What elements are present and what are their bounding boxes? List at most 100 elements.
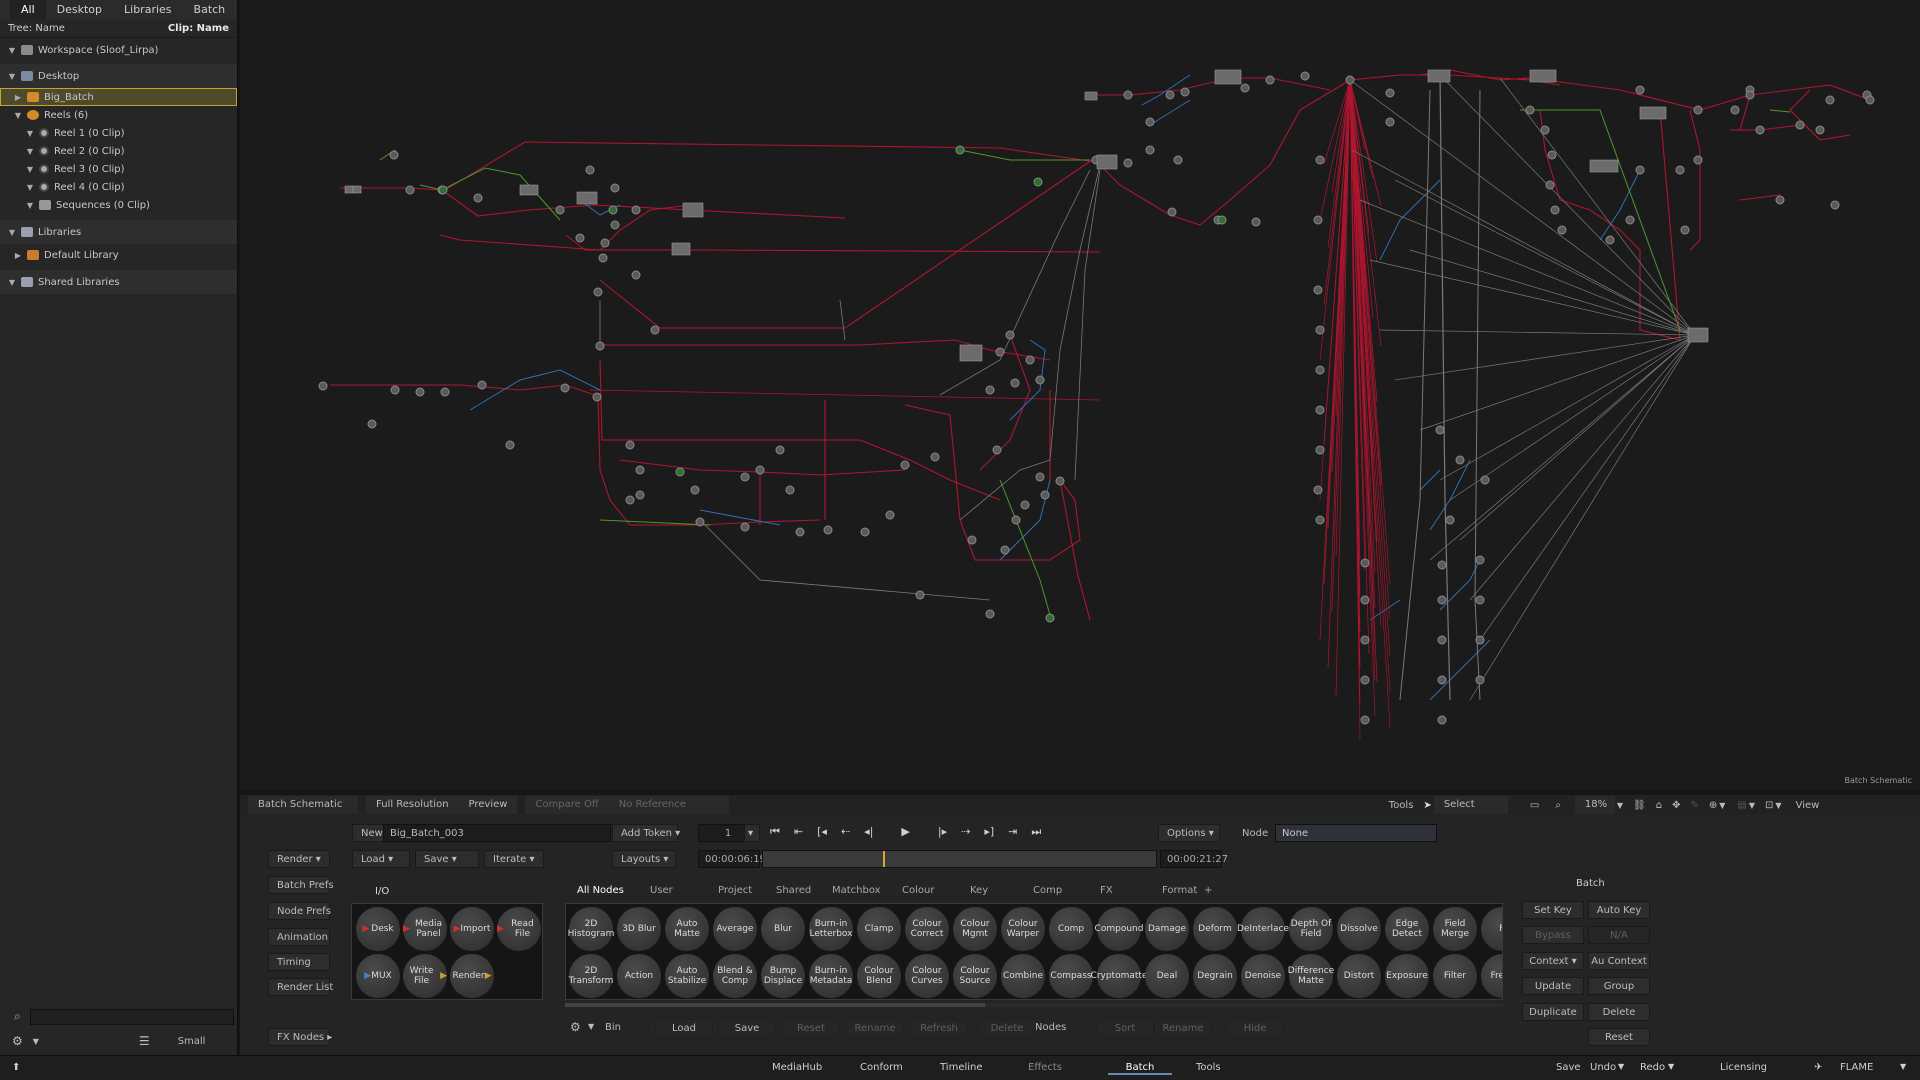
schematic-node[interactable] bbox=[555, 205, 565, 215]
layout-icon[interactable]: ▤ bbox=[1737, 800, 1746, 811]
step-forward-icon[interactable]: ⇢ bbox=[961, 825, 970, 839]
frame-icon[interactable]: ⊡ bbox=[1765, 800, 1773, 811]
schematic-node[interactable] bbox=[992, 445, 1002, 455]
expand-arrow-icon[interactable]: ▼ bbox=[14, 111, 22, 120]
schematic-node-block[interactable] bbox=[1214, 69, 1242, 85]
tree-item-big-batch[interactable]: ▶ Big_Batch bbox=[0, 88, 237, 106]
node-difference-matte[interactable]: Difference Matte bbox=[1288, 954, 1334, 998]
node-burn-in-letterbox[interactable]: Burn-in Letterbox bbox=[809, 907, 853, 951]
tree-item-reels[interactable]: ▼ Reels (6) bbox=[0, 106, 237, 124]
schematic-node[interactable] bbox=[1020, 500, 1030, 510]
tree-item-reel[interactable]: ▼ Reel 1 (0 Clip) bbox=[0, 124, 237, 142]
node-3d-blur[interactable]: 3D Blur bbox=[617, 907, 661, 951]
gear-icon[interactable]: ⚙ bbox=[570, 1020, 581, 1034]
schematic-node[interactable] bbox=[1475, 675, 1485, 685]
chevron-down-icon[interactable]: ▼ bbox=[1668, 1062, 1674, 1071]
schematic-node[interactable] bbox=[415, 387, 425, 397]
schematic-node[interactable] bbox=[1825, 95, 1835, 105]
auto-key-button[interactable]: Auto Key bbox=[1588, 901, 1650, 919]
bin-hide-button[interactable]: Hide bbox=[1226, 1019, 1284, 1037]
zoom-field[interactable]: 18% bbox=[1574, 796, 1615, 814]
start-timecode[interactable]: 00:00:06:19 bbox=[698, 850, 766, 868]
node-graph[interactable] bbox=[240, 0, 1920, 790]
au-context-button[interactable]: Au Context bbox=[1588, 952, 1650, 970]
bin-delete-button[interactable]: Delete bbox=[978, 1019, 1036, 1037]
node-colour-source[interactable]: Colour Source bbox=[953, 954, 997, 998]
node-compass[interactable]: Compass bbox=[1049, 954, 1093, 998]
redo-button[interactable]: Redo bbox=[1640, 1062, 1665, 1073]
node-colour-blend[interactable]: Colour Blend bbox=[857, 954, 901, 998]
schematic-node[interactable] bbox=[1475, 595, 1485, 605]
schematic-node[interactable] bbox=[390, 385, 400, 395]
node-tab-fx[interactable]: FX bbox=[1100, 885, 1113, 896]
schematic-node[interactable] bbox=[635, 490, 645, 500]
expand-arrow-icon[interactable]: ▼ bbox=[26, 201, 34, 210]
schematic-node[interactable] bbox=[1040, 490, 1050, 500]
node-edge-detect[interactable]: Edge Detect bbox=[1385, 907, 1429, 951]
tree-item-libraries[interactable]: ▼ Libraries bbox=[0, 220, 237, 244]
schematic-node[interactable] bbox=[440, 387, 450, 397]
node-colour-mgmt[interactable]: Colour Mgmt bbox=[953, 907, 997, 951]
schematic-node[interactable] bbox=[389, 150, 399, 160]
schematic-node[interactable] bbox=[1675, 165, 1685, 175]
schematic-node[interactable] bbox=[610, 220, 620, 230]
chevron-down-icon[interactable]: ▼ bbox=[588, 1022, 594, 1031]
select-tool[interactable]: Select bbox=[1433, 796, 1508, 814]
schematic-node[interactable] bbox=[1693, 155, 1703, 165]
tab-batch[interactable]: Batch bbox=[1108, 1062, 1172, 1075]
end-timecode[interactable]: 00:00:21:27 bbox=[1160, 850, 1228, 868]
node-tab-comp[interactable]: Comp bbox=[1033, 885, 1062, 896]
schematic-node[interactable] bbox=[505, 440, 515, 450]
schematic-node-block[interactable] bbox=[1084, 91, 1098, 101]
node-2d-transform[interactable]: 2D Transform bbox=[569, 954, 613, 998]
node-auto-matte[interactable]: Auto Matte bbox=[665, 907, 709, 951]
render-list-button[interactable]: Render List bbox=[268, 978, 333, 996]
tab-desktop[interactable]: Desktop bbox=[46, 0, 113, 20]
bin-rename-button[interactable]: Rename bbox=[846, 1019, 904, 1037]
update-button[interactable]: Update bbox=[1522, 977, 1584, 995]
node-depth-of-field[interactable]: Depth Of Field bbox=[1289, 907, 1333, 951]
node-colour-curves[interactable]: Colour Curves bbox=[905, 954, 949, 998]
schematic-node[interactable] bbox=[823, 525, 833, 535]
schematic-node[interactable] bbox=[1360, 635, 1370, 645]
schematic-node[interactable] bbox=[473, 193, 483, 203]
set-key-button[interactable]: Set Key bbox=[1522, 901, 1584, 919]
node-comp[interactable]: Comp bbox=[1049, 907, 1093, 951]
schematic-node-block[interactable] bbox=[1096, 154, 1118, 170]
bypass-button[interactable]: Bypass bbox=[1522, 926, 1584, 944]
schematic-node[interactable] bbox=[1313, 215, 1323, 225]
bin-reset-button[interactable]: Reset bbox=[782, 1019, 840, 1037]
schematic-node-block[interactable] bbox=[1639, 106, 1667, 120]
chevron-down-icon[interactable]: ▼ bbox=[1618, 1062, 1624, 1071]
schematic-node[interactable] bbox=[625, 440, 635, 450]
schematic-node[interactable] bbox=[1265, 75, 1275, 85]
animation-button[interactable]: Animation bbox=[268, 928, 330, 946]
schematic-node[interactable] bbox=[1345, 75, 1355, 85]
tab-timeline[interactable]: Timeline bbox=[940, 1062, 983, 1073]
node-denoise[interactable]: Denoise bbox=[1241, 954, 1285, 998]
schematic-node[interactable] bbox=[915, 590, 925, 600]
schematic-node[interactable] bbox=[1385, 88, 1395, 98]
schematic-node[interactable] bbox=[740, 522, 750, 532]
collapse-arrow-icon[interactable]: ▶ bbox=[14, 93, 22, 102]
collapse-arrow-icon[interactable]: ▶ bbox=[14, 251, 22, 260]
schematic-node[interactable] bbox=[318, 381, 328, 391]
node-deal[interactable]: Deal bbox=[1145, 954, 1189, 998]
pen-icon[interactable]: ✎ bbox=[1690, 800, 1698, 811]
go-to-start-icon[interactable]: ⏮ bbox=[770, 825, 780, 839]
schematic-node[interactable] bbox=[930, 452, 940, 462]
schematic-node[interactable] bbox=[1035, 472, 1045, 482]
batch-schematic-view[interactable]: Batch Schematic bbox=[248, 796, 358, 814]
node-bin-scrollbar[interactable] bbox=[565, 1003, 1503, 1007]
add-tab-button[interactable]: + bbox=[1204, 885, 1212, 896]
node-auto-stabilize[interactable]: Auto Stabilize bbox=[665, 954, 709, 998]
node-frequ[interactable]: Frequ bbox=[1481, 954, 1502, 998]
bin-rename-button[interactable]: Rename bbox=[1154, 1019, 1212, 1037]
tree-sort-label[interactable]: Tree: Name bbox=[8, 23, 65, 34]
schematic-node-block[interactable] bbox=[671, 242, 691, 256]
node-tab-all-nodes[interactable]: All Nodes bbox=[577, 885, 624, 896]
node-tab-project[interactable]: Project bbox=[718, 885, 752, 896]
write-file-node[interactable]: Write File ▶ bbox=[403, 954, 447, 998]
tree-item-workspace[interactable]: ▼ Workspace (Sloof_Lirpa) bbox=[0, 38, 237, 62]
timeline-scrubber[interactable] bbox=[762, 850, 1157, 868]
